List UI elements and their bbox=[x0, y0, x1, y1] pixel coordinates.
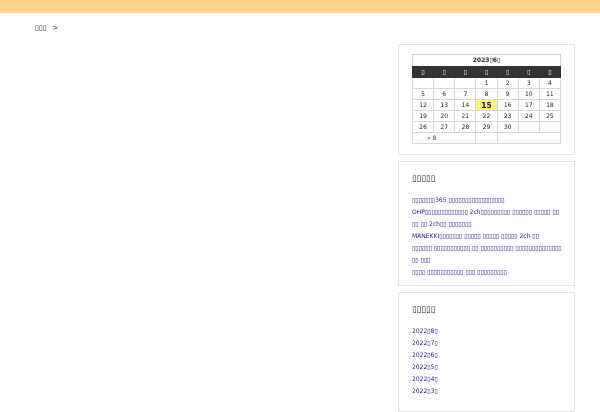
calendar-day: 3 bbox=[517, 77, 540, 89]
calendar-day: 6 bbox=[433, 88, 456, 100]
calendar-widget: 2023▯6▯ ▯ ▯ ▯ ▯ ▯ ▯ ▯ 1 2 3 4 5 6 7 8 9 … bbox=[398, 44, 575, 155]
weekday-header: ▯ bbox=[475, 66, 498, 78]
recent-post-link[interactable]: OHP▯▯▯▯▯▯▯▯▯▯▯▯▯ 2ch▯▯▯▯▯▯▯▯▯ ▯▯▯▯▯▯ ▯▯▯… bbox=[412, 207, 564, 231]
archive-month-link[interactable]: 2022▯7▯ bbox=[412, 338, 438, 350]
calendar-day: 17 bbox=[517, 99, 540, 111]
calendar-day: 16 bbox=[496, 99, 519, 111]
weekday-header: ▯ bbox=[538, 66, 562, 78]
weekday-header: ▯ bbox=[411, 66, 435, 78]
calendar-day bbox=[517, 121, 540, 133]
calendar-day: 5 bbox=[411, 88, 435, 100]
calendar-day bbox=[433, 77, 456, 89]
calendar-caption: 2023▯6▯ bbox=[412, 54, 561, 66]
calendar-day: 8 bbox=[475, 88, 498, 100]
recent-post-link[interactable]: ▯▯▯▯ ▯▯▯▯▯▯▯▯▯▯▯ ▯▯▯ ▯▯▯▯▯▯▯▯▯ bbox=[412, 267, 564, 279]
calendar-day: 24 bbox=[517, 110, 540, 122]
header-bar bbox=[0, 0, 600, 13]
weekday-header: ▯ bbox=[496, 66, 519, 78]
archive-month-link[interactable]: 2022▯4▯ bbox=[412, 374, 438, 386]
recent-posts-widget: ▯▯▯▯▯ ▯▯▯▯▯▯▯365 ▯▯▯▯▯▯▯▯▯▯▯▯▯▯▯▯▯ OHP▯▯… bbox=[398, 161, 575, 286]
calendar-day: 2 bbox=[496, 77, 519, 89]
calendar-table: 2023▯6▯ ▯ ▯ ▯ ▯ ▯ ▯ ▯ 1 2 3 4 5 6 7 8 9 … bbox=[411, 54, 562, 144]
calendar-day: 14 bbox=[454, 99, 477, 111]
calendar-day: 22 bbox=[475, 110, 498, 122]
calendar-day: 4 bbox=[538, 77, 562, 89]
breadcrumb-separator: > bbox=[52, 24, 59, 32]
calendar-day: 28 bbox=[454, 121, 477, 133]
breadcrumb-home-link[interactable]: ▯▯▯ bbox=[35, 24, 47, 32]
calendar-next-month-cell bbox=[496, 132, 562, 144]
recent-post-link[interactable]: ▯▯▯▯▯▯ ▯▯▯▯▯▯▯▯▯▯▯ ▯▯ ▯▯▯▯▯▯▯▯▯▯ ▯▯▯▯▯▯▯… bbox=[412, 243, 564, 267]
calendar-day bbox=[538, 121, 562, 133]
recent-post-link[interactable]: MANEKKI▯▯▯▯▯▯▯ ▯▯▯▯▯ ▯▯▯▯▯ ▯▯▯▯▯ 2ch ▯▯ bbox=[412, 231, 564, 243]
calendar-nav-spacer bbox=[475, 132, 498, 144]
breadcrumb: ▯▯▯ > bbox=[35, 24, 58, 32]
calendar-day bbox=[411, 77, 435, 89]
calendar-day: 23 bbox=[496, 110, 519, 122]
calendar-day: 21 bbox=[454, 110, 477, 122]
calendar-day: 30 bbox=[496, 121, 519, 133]
calendar-prev-month-link[interactable]: « 8 bbox=[411, 132, 477, 144]
archive-month-link[interactable]: 2022▯5▯ bbox=[412, 362, 438, 374]
calendar-day: 26 bbox=[411, 121, 435, 133]
calendar-day: 29 bbox=[475, 121, 498, 133]
calendar-day: 7 bbox=[454, 88, 477, 100]
archives-title: ▯▯▯▯▯ bbox=[412, 305, 436, 315]
archive-month-link[interactable]: 2022▯8▯ bbox=[412, 326, 438, 338]
calendar-day bbox=[454, 77, 477, 89]
calendar-day: 18 bbox=[538, 99, 562, 111]
archives-list: 2022▯8▯ 2022▯7▯ 2022▯6▯ 2022▯5▯ 2022▯4▯ … bbox=[412, 326, 438, 398]
calendar-day: 1 bbox=[475, 77, 498, 89]
archive-month-link[interactable]: 2022▯6▯ bbox=[412, 350, 438, 362]
calendar-day: 10 bbox=[517, 88, 540, 100]
weekday-header: ▯ bbox=[517, 66, 540, 78]
weekday-header: ▯ bbox=[454, 66, 477, 78]
calendar-day: 20 bbox=[433, 110, 456, 122]
archive-month-link[interactable]: 2022▯3▯ bbox=[412, 386, 438, 398]
recent-posts-title: ▯▯▯▯▯ bbox=[412, 174, 436, 184]
calendar-today: 15 bbox=[475, 99, 498, 111]
calendar-day: 25 bbox=[538, 110, 562, 122]
calendar-day: 12 bbox=[411, 99, 435, 111]
calendar-day: 9 bbox=[496, 88, 519, 100]
calendar-day: 13 bbox=[433, 99, 456, 111]
calendar-day: 19 bbox=[411, 110, 435, 122]
recent-posts-list: ▯▯▯▯▯▯▯365 ▯▯▯▯▯▯▯▯▯▯▯▯▯▯▯▯▯ OHP▯▯▯▯▯▯▯▯… bbox=[412, 195, 564, 279]
archives-widget: ▯▯▯▯▯ 2022▯8▯ 2022▯7▯ 2022▯6▯ 2022▯5▯ 20… bbox=[398, 292, 575, 412]
calendar-day: 11 bbox=[538, 88, 562, 100]
calendar-day: 27 bbox=[433, 121, 456, 133]
recent-post-link[interactable]: ▯▯▯▯▯▯▯365 ▯▯▯▯▯▯▯▯▯▯▯▯▯▯▯▯▯ bbox=[412, 195, 564, 207]
weekday-header: ▯ bbox=[433, 66, 456, 78]
